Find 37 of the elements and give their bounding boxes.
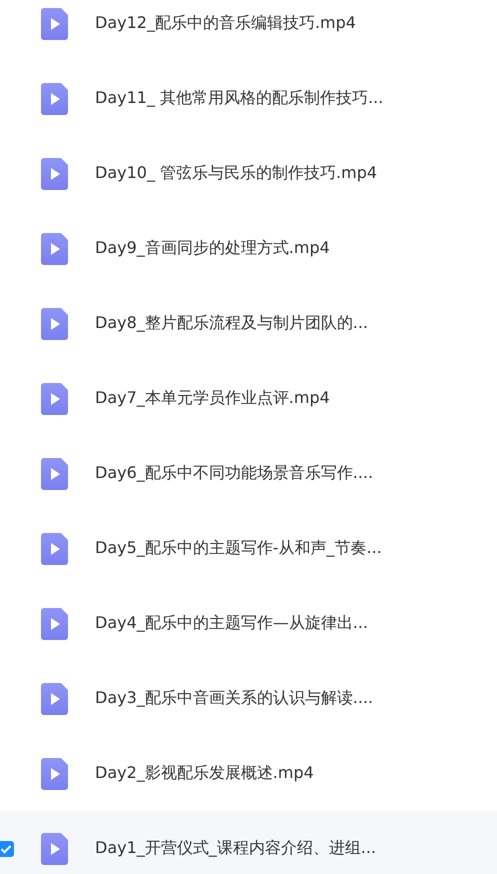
file-row[interactable]: Day2_影视配乐发展概述.mp4: [0, 736, 497, 811]
file-row[interactable]: Day10_ 管弦乐与民乐的制作技巧.mp4: [0, 136, 497, 211]
file-name: Day11_ 其他常用风格的配乐制作技巧...: [95, 88, 384, 109]
file-name: Day8_整片配乐流程及与制片团队的...: [95, 313, 368, 334]
file-name: Day9_音画同步的处理方式.mp4: [95, 238, 330, 259]
file-name: Day2_影视配乐发展概述.mp4: [95, 763, 314, 784]
file-name: Day7_本单元学员作业点评.mp4: [95, 388, 330, 409]
video-file-icon: [41, 532, 68, 564]
video-file-icon: [41, 758, 68, 790]
video-file-icon: [41, 382, 68, 414]
file-row[interactable]: Day7_本单元学员作业点评.mp4: [0, 361, 497, 436]
video-file-icon: [41, 682, 68, 714]
video-file-icon: [41, 832, 68, 864]
file-name: Day5_配乐中的主题写作-从和声_节奏...: [95, 538, 382, 559]
file-name: Day1_开营仪式_课程内容介绍、进组...: [95, 838, 376, 859]
video-file-icon: [41, 82, 68, 114]
video-file-icon: [41, 232, 68, 264]
file-row[interactable]: Day9_音画同步的处理方式.mp4: [0, 211, 497, 286]
file-name: Day10_ 管弦乐与民乐的制作技巧.mp4: [95, 163, 378, 184]
video-file-icon: [41, 458, 68, 490]
file-row[interactable]: Day5_配乐中的主题写作-从和声_节奏...: [0, 511, 497, 586]
file-row[interactable]: Day12_配乐中的音乐编辑技巧.mp4: [0, 0, 497, 61]
file-row[interactable]: Day8_整片配乐流程及与制片团队的...: [0, 286, 497, 361]
file-row[interactable]: Day11_ 其他常用风格的配乐制作技巧...: [0, 61, 497, 136]
file-name: Day12_配乐中的音乐编辑技巧.mp4: [95, 13, 356, 34]
file-row[interactable]: Day4_配乐中的主题写作—从旋律出...: [0, 586, 497, 661]
checkbox[interactable]: [0, 840, 14, 856]
file-name: Day4_配乐中的主题写作—从旋律出...: [95, 613, 368, 634]
file-name: Day6_配乐中不同功能场景音乐写作....: [95, 463, 374, 484]
video-file-icon: [41, 8, 68, 40]
file-row[interactable]: Day6_配乐中不同功能场景音乐写作....: [0, 436, 497, 511]
file-name: Day3_配乐中音画关系的认识与解读....: [95, 688, 374, 709]
file-row[interactable]: Day1_开营仪式_课程内容介绍、进组...: [0, 811, 497, 874]
video-file-icon: [41, 608, 68, 640]
file-row[interactable]: Day3_配乐中音画关系的认识与解读....: [0, 661, 497, 736]
video-file-icon: [41, 308, 68, 340]
video-file-icon: [41, 158, 68, 190]
